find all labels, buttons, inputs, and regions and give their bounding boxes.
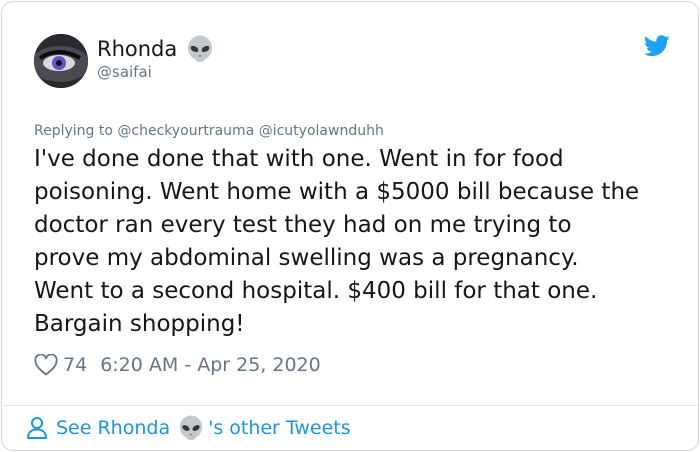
replying-prefix: Replying to xyxy=(34,123,113,139)
see-more-prefix[interactable]: See Rhonda xyxy=(56,414,170,442)
author-name-row[interactable]: Rhonda xyxy=(97,35,214,63)
divider xyxy=(3,405,700,406)
see-more-suffix[interactable]: 's other Tweets xyxy=(208,414,351,442)
tweet-card: Rhonda @saifai Replying to @checkyourtra… xyxy=(1,1,700,451)
alien-icon xyxy=(178,415,204,441)
reply-mentions[interactable]: @checkyourtrauma @icutyolawnduhh xyxy=(117,123,383,139)
tweet-text: I've done done that with one. Went in fo… xyxy=(34,143,684,341)
display-name[interactable]: Rhonda xyxy=(97,36,177,62)
tweet-line: Bargain shopping! xyxy=(34,311,245,337)
timestamp[interactable]: 6:20 AM - Apr 25, 2020 xyxy=(100,353,321,377)
avatar-image xyxy=(34,34,88,88)
twitter-bird-icon[interactable] xyxy=(644,35,670,57)
tweet-line: doctor ran every test they had on me try… xyxy=(34,212,572,238)
avatar[interactable] xyxy=(34,34,88,88)
heart-icon[interactable] xyxy=(34,353,58,376)
alien-icon xyxy=(186,35,214,63)
replying-to: Replying to @checkyourtrauma @icutyolawn… xyxy=(34,122,384,140)
author-handle[interactable]: @saifai xyxy=(97,62,152,82)
tweet-line: I've done done that with one. Went in fo… xyxy=(34,146,564,172)
tweet-line: prove my abdominal swelling was a pregna… xyxy=(34,245,579,271)
person-icon xyxy=(26,416,48,440)
see-other-tweets-link[interactable]: See Rhonda 's other Tweets xyxy=(26,414,351,442)
tweet-line: poisoning. Went home with a $5000 bill b… xyxy=(34,179,640,205)
tweet-line: Went to a second hospital. $400 bill for… xyxy=(34,278,598,304)
tweet-meta: 74 6:20 AM - Apr 25, 2020 xyxy=(34,353,321,377)
like-count[interactable]: 74 xyxy=(63,353,87,377)
